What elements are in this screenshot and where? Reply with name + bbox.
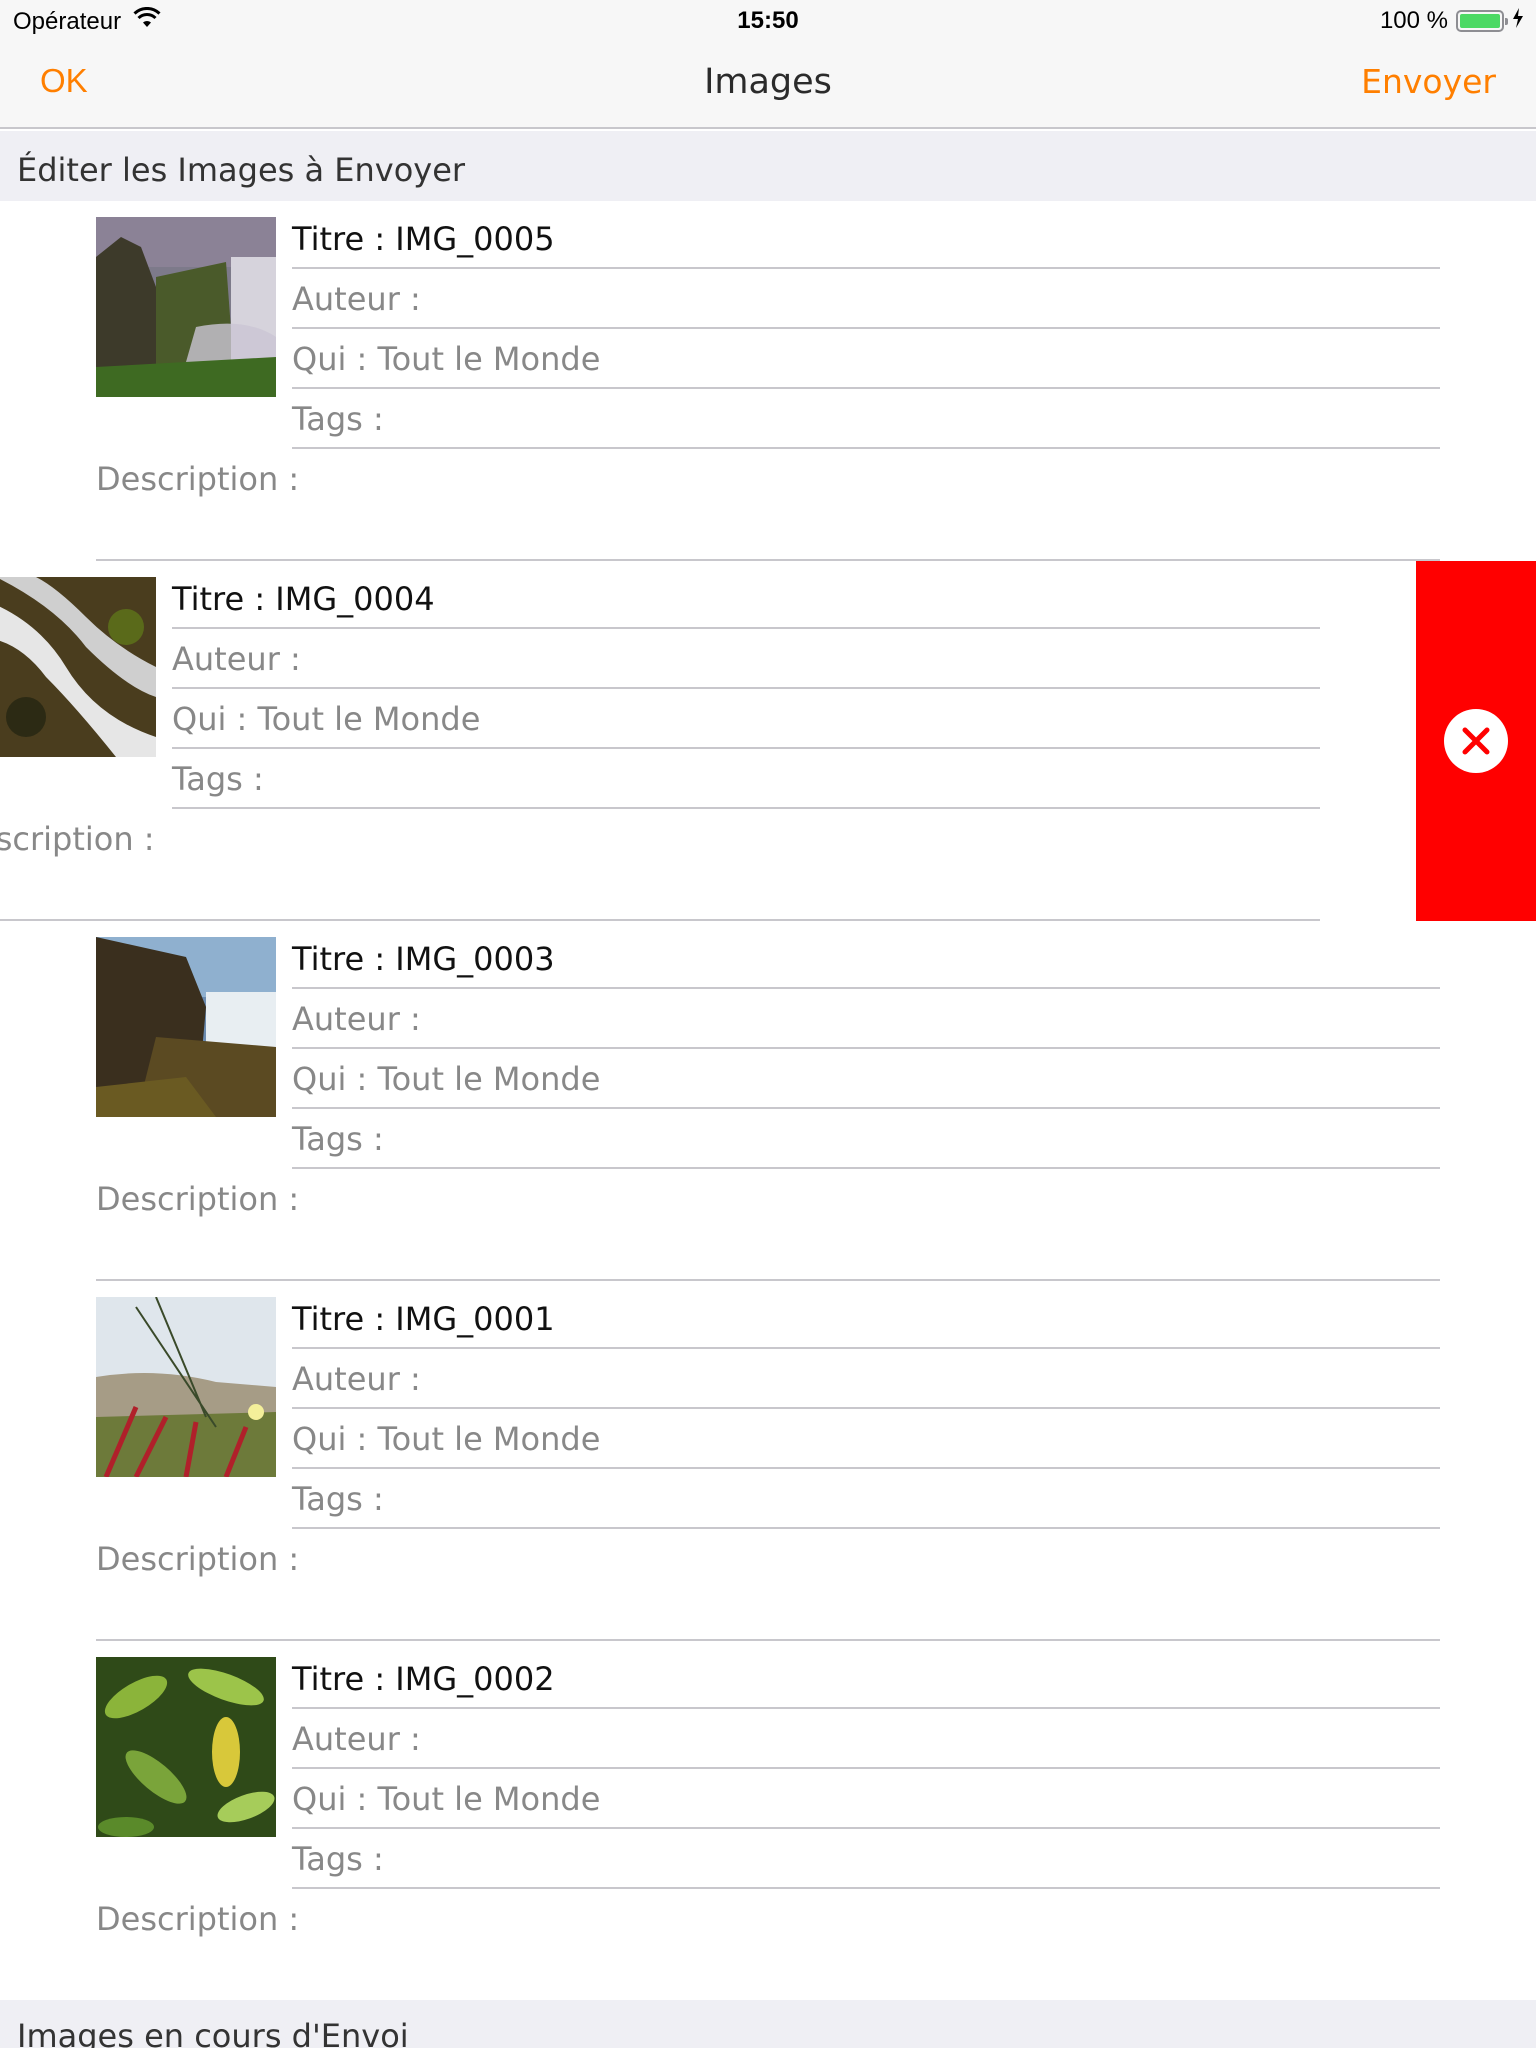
description-field[interactable]: escription : <box>0 809 1320 921</box>
battery-percent: 100 % <box>1379 7 1448 34</box>
page-title: Images <box>704 62 832 102</box>
navigation-bar: OK Images Envoyer <box>0 42 1536 129</box>
who-field[interactable]: Qui : Tout le Monde <box>292 1409 1440 1469</box>
author-field[interactable]: Auteur : <box>292 989 1440 1049</box>
edit-section-header: Éditer les Images à Envoyer <box>0 131 1536 201</box>
tags-field[interactable]: Tags : <box>172 749 1320 809</box>
title-field[interactable]: Titre : IMG_0003 <box>292 929 1440 989</box>
description-field[interactable]: Description : <box>96 1169 1440 1281</box>
send-button[interactable]: Envoyer <box>1361 62 1496 101</box>
image-cell[interactable]: Titre : IMG_0005 Auteur : Qui : Tout le … <box>0 201 1536 561</box>
description-field[interactable]: Description : <box>96 1889 1440 2001</box>
tags-field[interactable]: Tags : <box>292 389 1440 449</box>
delete-circle <box>1444 709 1508 773</box>
image-cell[interactable]: Titre : IMG_0004 Auteur : Qui : Tout le … <box>0 561 1536 921</box>
image-thumbnail[interactable] <box>96 937 276 1117</box>
delete-button[interactable] <box>1416 561 1536 921</box>
image-thumbnail[interactable] <box>96 217 276 397</box>
battery-icon <box>1456 10 1508 32</box>
description-field[interactable]: Description : <box>96 1529 1440 1641</box>
image-cell[interactable]: Titre : IMG_0002 Auteur : Qui : Tout le … <box>0 1641 1536 2001</box>
tags-field[interactable]: Tags : <box>292 1469 1440 1529</box>
author-field[interactable]: Auteur : <box>172 629 1320 689</box>
title-field[interactable]: Titre : IMG_0002 <box>292 1649 1440 1709</box>
title-field[interactable]: Titre : IMG_0004 <box>172 569 1320 629</box>
image-thumbnail[interactable] <box>96 1297 276 1477</box>
image-thumbnail[interactable] <box>96 1657 276 1837</box>
title-field[interactable]: Titre : IMG_0001 <box>292 1289 1440 1349</box>
who-field[interactable]: Qui : Tout le Monde <box>292 329 1440 389</box>
status-time: 15:50 <box>737 7 799 34</box>
image-cell[interactable]: Titre : IMG_0001 Auteur : Qui : Tout le … <box>0 1281 1536 1641</box>
title-field[interactable]: Titre : IMG_0005 <box>292 209 1440 269</box>
author-field[interactable]: Auteur : <box>292 269 1440 329</box>
image-thumbnail[interactable] <box>0 577 156 757</box>
status-bar: Opérateur 15:50 100 % <box>0 0 1536 42</box>
author-field[interactable]: Auteur : <box>292 1709 1440 1769</box>
tags-field[interactable]: Tags : <box>292 1109 1440 1169</box>
charging-icon <box>1512 7 1524 35</box>
description-field[interactable]: Description : <box>96 449 1440 561</box>
who-field[interactable]: Qui : Tout le Monde <box>172 689 1320 749</box>
image-cell[interactable]: Titre : IMG_0003 Auteur : Qui : Tout le … <box>0 921 1536 1281</box>
tags-field[interactable]: Tags : <box>292 1829 1440 1889</box>
who-field[interactable]: Qui : Tout le Monde <box>292 1769 1440 1829</box>
close-icon <box>1462 727 1490 755</box>
status-bar-right: 100 % <box>1380 7 1524 35</box>
sending-section-header: Images en cours d'Envoi <box>0 2000 1536 2048</box>
who-field[interactable]: Qui : Tout le Monde <box>292 1049 1440 1109</box>
author-field[interactable]: Auteur : <box>292 1349 1440 1409</box>
